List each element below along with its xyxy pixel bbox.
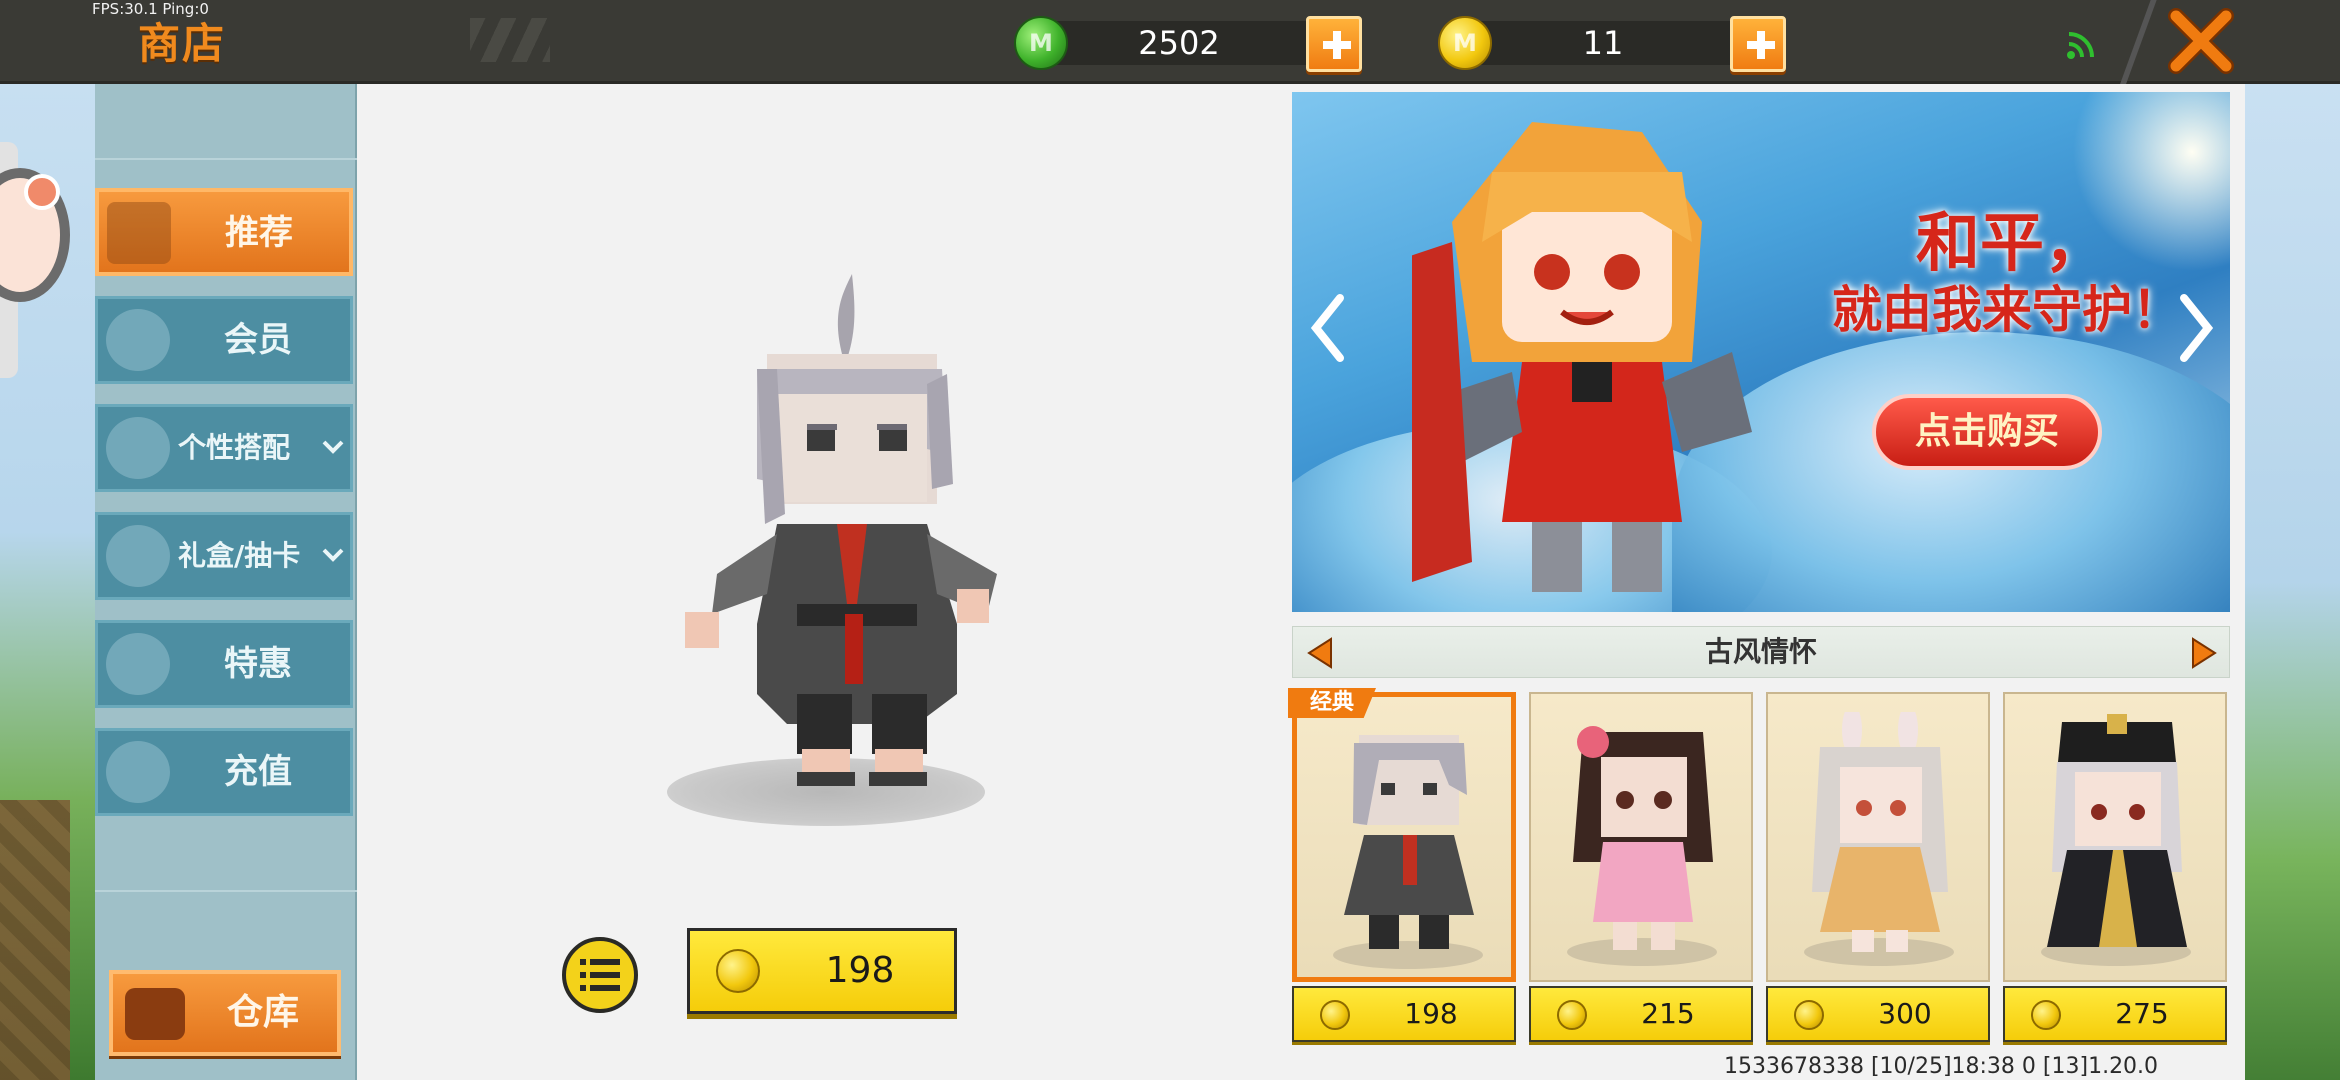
banner-next-arrow-icon[interactable]: [2178, 292, 2214, 364]
category-next-arrow-icon[interactable]: [2191, 637, 2217, 669]
list-icon: [580, 959, 620, 991]
separator: [2118, 0, 2158, 88]
warehouse-button[interactable]: 仓库: [109, 970, 341, 1056]
skin-price: 215: [1641, 997, 1695, 1030]
membership-icon: [106, 309, 170, 371]
gold-coin-icon: [1794, 1000, 1824, 1030]
thumbs-up-icon: [107, 202, 171, 264]
skin-card[interactable]: [1529, 692, 1753, 982]
skin-price: 275: [2115, 997, 2169, 1030]
skin-thumbnail: [1344, 735, 1474, 949]
background-block: [0, 800, 70, 1080]
background-scenery-right: [2245, 84, 2340, 1080]
signal-icon: [2067, 32, 2094, 59]
gold-coin-icon: [716, 949, 760, 993]
skin-price-button[interactable]: 198: [1292, 986, 1516, 1042]
promo-banner[interactable]: 和平， 就由我来守护！ 点击购买: [1292, 92, 2230, 612]
classic-tag: 经典: [1288, 688, 1376, 718]
preview-price: 198: [825, 950, 895, 991]
sidebar-item-label: 会员: [224, 320, 292, 360]
skin-price-button[interactable]: 215: [1529, 986, 1753, 1042]
buy-preview-button[interactable]: 198: [687, 928, 957, 1014]
banner-character: [1412, 122, 1752, 592]
sidebar-item-label: 充值: [224, 752, 292, 792]
warehouse-label: 仓库: [226, 992, 299, 1033]
category-label: 古风情怀: [1704, 635, 1817, 668]
skin-thumbnail: [1573, 726, 1713, 950]
gold-coin-icon: [1557, 1000, 1587, 1030]
skin-thumbnail: [1812, 712, 1948, 952]
sidebar-item-deals[interactable]: 特惠: [95, 620, 353, 708]
skin-card[interactable]: [1766, 692, 1990, 982]
category-sidebar: 推荐 会员 个性搭配 礼盒/抽卡 特惠 充值 仓库: [95, 84, 357, 1080]
sidebar-item-recommended[interactable]: 推荐: [95, 188, 353, 276]
top-bar: FPS:30.1 Ping:0 商店 2502 11: [0, 0, 2340, 88]
skin-price-button[interactable]: 300: [1766, 986, 1990, 1042]
add-gold-coins-button[interactable]: [1730, 16, 1786, 72]
chevron-down-icon: [322, 548, 344, 562]
skin-price: 198: [1404, 997, 1458, 1030]
list-menu-button[interactable]: [562, 937, 638, 1013]
chest-icon: [125, 988, 185, 1040]
gift-disc-icon: [106, 525, 170, 587]
skin-price-button[interactable]: 275: [2003, 986, 2227, 1042]
banner-subheadline: 就由我来守护！: [1832, 281, 2182, 339]
gold-coin-icon: [2031, 1000, 2061, 1030]
sidebar-item-outfits[interactable]: 个性搭配: [95, 404, 353, 492]
notification-dot: [24, 174, 60, 210]
character-model[interactable]: [657, 274, 997, 874]
sidebar-item-gift-cards[interactable]: 礼盒/抽卡: [95, 512, 353, 600]
sidebar-item-label: 推荐: [225, 213, 293, 253]
character-preview: 198: [357, 84, 1291, 1080]
page-title: 商店: [138, 19, 227, 68]
sidebar-item-membership[interactable]: 会员: [95, 296, 353, 384]
category-selector: 古风情怀: [1292, 626, 2230, 678]
add-mini-coins-button[interactable]: [1306, 16, 1362, 72]
close-icon[interactable]: [2166, 6, 2236, 76]
gift-box-icon: [106, 633, 170, 695]
banner-prev-arrow-icon[interactable]: [1310, 292, 1346, 364]
chevron-down-icon: [322, 440, 344, 454]
status-line: 1533678338 [10/25]18:38 0 [13]1.20.0: [1724, 1054, 2159, 1079]
skin-card[interactable]: [1292, 692, 1516, 982]
decorative-stripe: [470, 18, 550, 62]
gold-coin-balance: 11: [1438, 16, 1790, 72]
skin-price: 300: [1878, 997, 1932, 1030]
gold-coin-icon: [1320, 1000, 1350, 1030]
sidebar-item-label: 特惠: [224, 644, 292, 684]
gold-coin-value: 11: [1582, 24, 1624, 62]
coin-stack-icon: [106, 741, 170, 803]
sidebar-item-recharge[interactable]: 充值: [95, 728, 353, 816]
banner-buy-button[interactable]: 点击购买: [1872, 394, 2102, 470]
mini-coin-balance: 2502: [1014, 16, 1366, 72]
trophy-icon: [106, 417, 170, 479]
skin-thumbnail: [2047, 714, 2187, 947]
mini-coin-value: 2502: [1138, 24, 1220, 62]
skin-card[interactable]: [2003, 692, 2227, 982]
